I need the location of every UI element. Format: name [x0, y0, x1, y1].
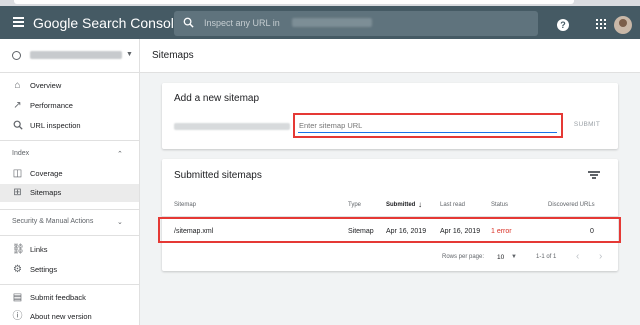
divider	[0, 235, 139, 236]
sidebar-item-url-inspection[interactable]: URL inspection	[0, 117, 139, 135]
sitemap-url-field-highlight	[293, 113, 563, 138]
account-avatar[interactable]	[614, 16, 632, 34]
cell-submitted: Apr 16, 2019	[386, 228, 427, 235]
card-title: Submitted sitemaps	[174, 170, 262, 181]
cell-sitemap[interactable]: /sitemap.xml	[174, 228, 213, 235]
pagination-range: 1-1 of 1	[536, 254, 557, 260]
filter-icon[interactable]	[588, 171, 600, 179]
sidebar-item-sitemaps[interactable]: ⊞ Sitemaps	[0, 184, 139, 202]
apps-grid-icon[interactable]	[596, 19, 606, 29]
cell-status: 1 error	[491, 228, 512, 235]
divider	[0, 284, 139, 285]
chevron-right-icon[interactable]: ›	[599, 251, 602, 262]
divider	[0, 209, 139, 210]
sidebar-item-label: URL inspection	[30, 121, 81, 130]
sidebar-item-label: Links	[30, 245, 48, 254]
column-header-status[interactable]: Status	[491, 202, 508, 208]
search-icon	[12, 120, 23, 131]
cell-discovered-urls: 0	[590, 228, 594, 235]
sidebar-item-coverage[interactable]: ◫ Coverage	[0, 165, 139, 183]
trending-icon: ↗	[13, 100, 22, 111]
help-icon[interactable]: ?	[557, 19, 569, 31]
submit-button[interactable]: SUBMIT	[567, 118, 607, 132]
chevron-up-icon[interactable]: ⌃	[117, 150, 123, 158]
chevron-down-icon[interactable]: ▼	[511, 254, 517, 260]
divider	[0, 140, 139, 141]
search-icon	[183, 17, 194, 28]
sidebar-item-overview[interactable]: ⌂ Overview	[0, 77, 139, 95]
product-name[interactable]: Google Search Console	[33, 15, 182, 31]
sidebar-item-label: Overview	[30, 81, 62, 90]
column-header-type[interactable]: Type	[348, 202, 361, 208]
sidebar-item-label: Submit feedback	[30, 293, 86, 302]
menu-icon[interactable]	[13, 17, 24, 27]
column-header-last-read[interactable]: Last read	[440, 202, 465, 208]
cell-type: Sitemap	[348, 228, 374, 235]
sidebar-item-settings[interactable]: ⚙ Settings	[0, 261, 139, 279]
sort-down-icon[interactable]: ↓	[418, 200, 422, 209]
chevron-down-icon: ▼	[126, 51, 133, 58]
sidebar-item-label: Performance	[30, 101, 73, 110]
search-placeholder: Inspect any URL in	[204, 18, 280, 28]
top-app-bar: Google Search Console Inspect any URL in…	[0, 6, 640, 39]
gear-icon: ⚙	[13, 264, 22, 275]
url-inspect-search[interactable]: Inspect any URL in	[174, 11, 538, 36]
sidebar: ▼ ⌂ Overview ↗ Performance URL inspectio…	[0, 39, 140, 325]
card-title: Add a new sitemap	[174, 93, 260, 104]
sidebar-item-label: Settings	[30, 265, 58, 274]
sidebar-item-submit-feedback[interactable]: ▤ Submit feedback	[0, 289, 139, 307]
column-header-sitemap[interactable]: Sitemap	[174, 202, 196, 208]
column-header-submitted[interactable]: Submitted	[386, 202, 415, 208]
submitted-sitemaps-card: Submitted sitemaps Sitemap Type Submitte…	[158, 159, 621, 271]
coverage-icon: ◫	[12, 168, 23, 179]
redacted-property-url	[30, 51, 122, 59]
redacted-property-url	[292, 18, 372, 27]
sidebar-item-label: Coverage	[30, 169, 63, 178]
sitemap-url-input[interactable]	[298, 119, 557, 133]
property-selector[interactable]: ▼	[0, 39, 140, 73]
rows-per-page-label: Rows per page:	[442, 254, 485, 260]
section-index[interactable]: Index	[12, 150, 29, 157]
chevron-left-icon[interactable]: ‹	[576, 251, 579, 262]
section-security[interactable]: Security & Manual Actions	[12, 218, 93, 225]
app-window: Google Search Console Inspect any URL in…	[0, 0, 640, 325]
page-header: Sitemaps	[140, 39, 640, 73]
chevron-down-icon[interactable]: ⌄	[117, 218, 123, 226]
globe-icon	[12, 51, 21, 60]
redacted-domain-prefix	[174, 123, 290, 130]
sidebar-item-links[interactable]: ⛓ Links	[0, 241, 139, 259]
links-icon: ⛓	[12, 244, 25, 255]
feedback-icon: ▤	[12, 292, 23, 303]
home-icon: ⌂	[14, 80, 21, 91]
info-icon: ⓘ	[12, 311, 23, 322]
cell-last-read: Apr 16, 2019	[440, 228, 481, 235]
sidebar-item-about[interactable]: ⓘ About new version	[0, 308, 139, 325]
sidebar-item-label: About new version	[30, 312, 92, 321]
sidebar-item-performance[interactable]: ↗ Performance	[0, 97, 139, 115]
column-header-discovered-urls[interactable]: Discovered URLs	[548, 202, 595, 208]
rows-per-page-select[interactable]: 10	[497, 254, 504, 261]
add-sitemap-card: Add a new sitemap SUBMIT	[162, 83, 618, 149]
page-title: Sitemaps	[152, 50, 194, 61]
sidebar-item-label: Sitemaps	[30, 188, 62, 197]
sitemap-icon: ⊞	[13, 187, 22, 198]
browser-address-bar[interactable]	[14, 0, 574, 4]
